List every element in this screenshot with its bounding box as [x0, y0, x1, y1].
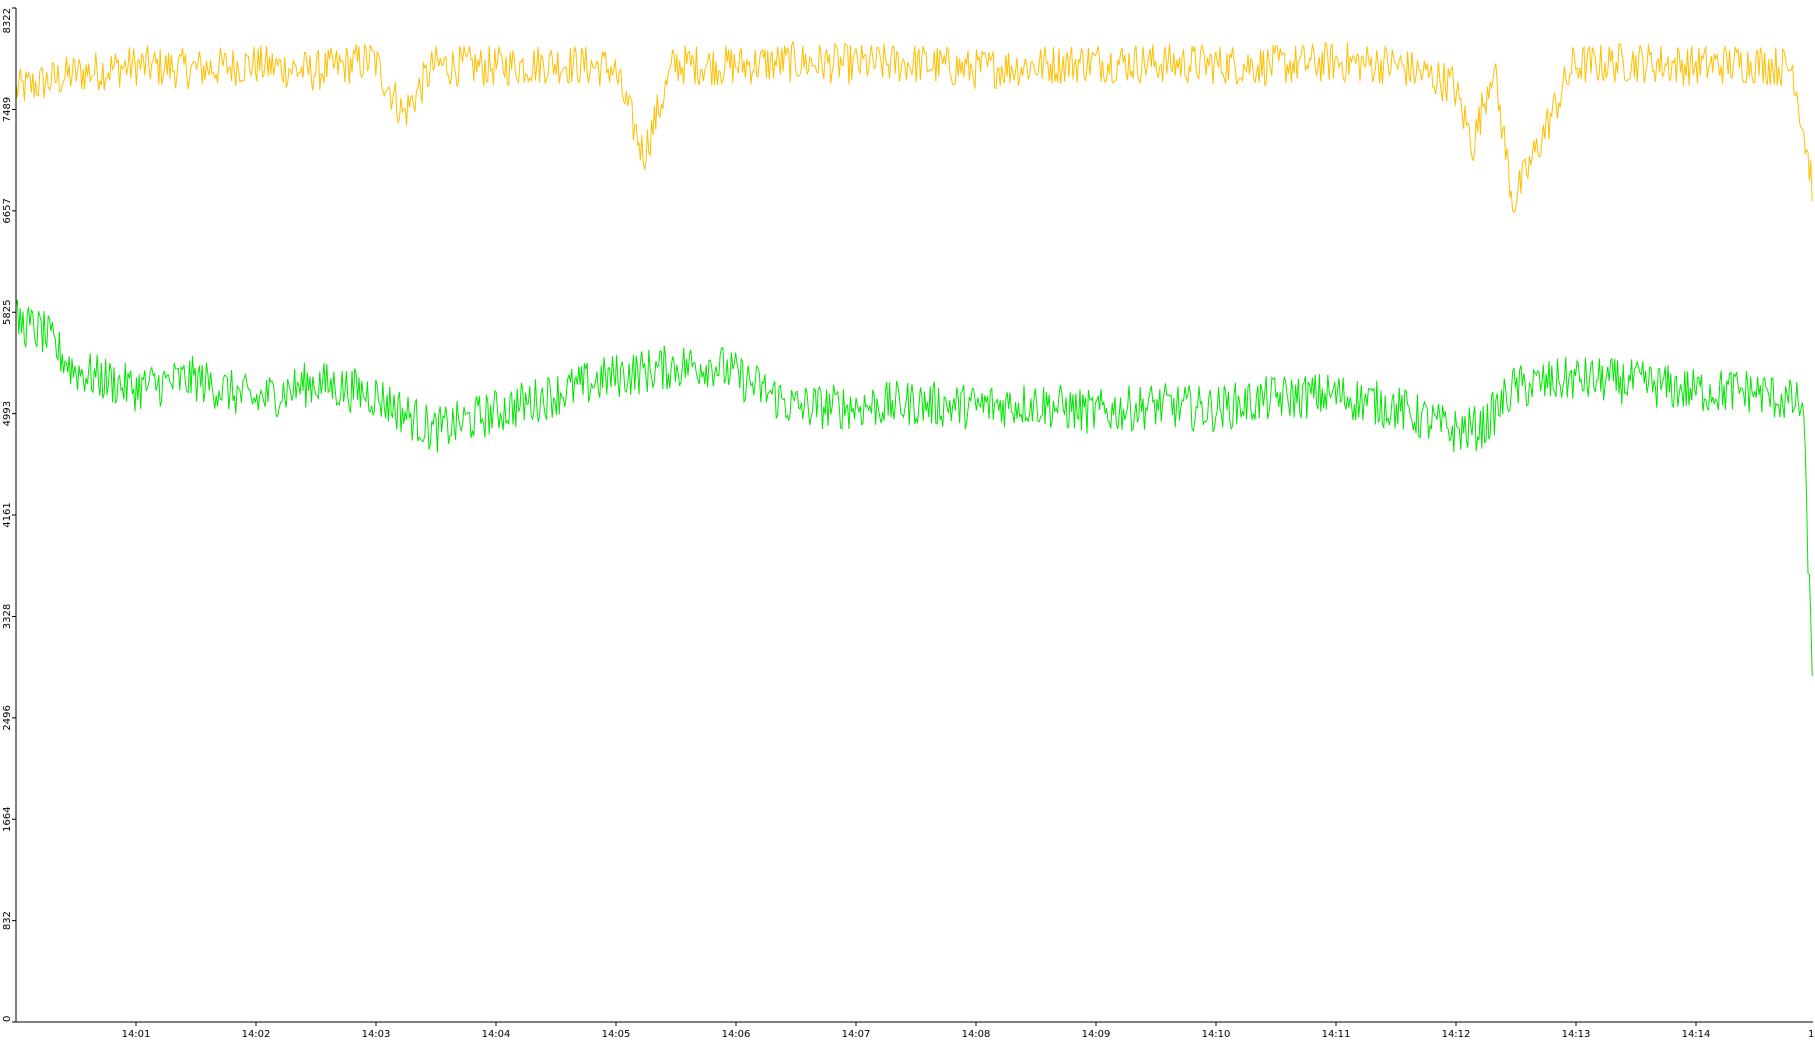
y-tick-label: 3328 — [2, 604, 13, 629]
y-tick-label: 832 — [2, 911, 13, 930]
y-tick-label: 4993 — [2, 401, 13, 426]
x-tick-label: 14:12 — [1442, 1029, 1471, 1039]
x-tick-label: 14:01 — [122, 1029, 151, 1039]
x-axis: 14:01 14:02 14:03 14:04 14:05 14:06 14:07 14:08… — [16, 1021, 1815, 1040]
y-tick-label: 6657 — [2, 198, 13, 223]
series-line-2 — [15, 299, 1813, 677]
y-tick-label: 4161 — [2, 502, 13, 527]
x-tick-label: 14:09 — [1082, 1029, 1111, 1039]
x-tick-label: 14:02 — [242, 1029, 271, 1039]
x-tick-label: 14:10 — [1202, 1029, 1231, 1039]
x-tick-label: 14:04 — [482, 1029, 511, 1039]
x-tick-label: 14:07 — [842, 1029, 871, 1039]
x-tick-label: 14:14 — [1682, 1029, 1711, 1039]
x-tick-label: 14:13 — [1562, 1029, 1591, 1039]
y-tick-label: 8322 — [2, 8, 13, 33]
x-tick-label: 14:11 — [1322, 1029, 1351, 1039]
y-axis: 0 832 1664 2496 3328 4161 4993 5825 6657 7489 8322 — [2, 7, 17, 1023]
y-tick-label: 2496 — [2, 705, 13, 730]
y-tick-label: 1664 — [2, 807, 13, 832]
series-layer — [15, 41, 1813, 677]
x-tick-label: 14:03 — [362, 1029, 391, 1039]
y-tick-label: 0 — [2, 1016, 13, 1022]
y-tick-label: 5825 — [2, 300, 13, 325]
y-tick-label: 7489 — [2, 97, 13, 122]
chart-root: 0 832 1664 2496 3328 4161 4993 5825 6657 7489 8322… — [0, 0, 1815, 1040]
line-chart: 0 832 1664 2496 3328 4161 4993 5825 6657 7489 8322… — [2, 7, 1815, 1040]
x-tick-label: 14:06 — [722, 1029, 751, 1039]
x-tick-label: 14:08 — [962, 1029, 991, 1039]
x-tick-label: 14:05 — [602, 1029, 631, 1039]
series-line-1 — [15, 41, 1813, 214]
x-tick-label: 14: — [1808, 1029, 1815, 1039]
